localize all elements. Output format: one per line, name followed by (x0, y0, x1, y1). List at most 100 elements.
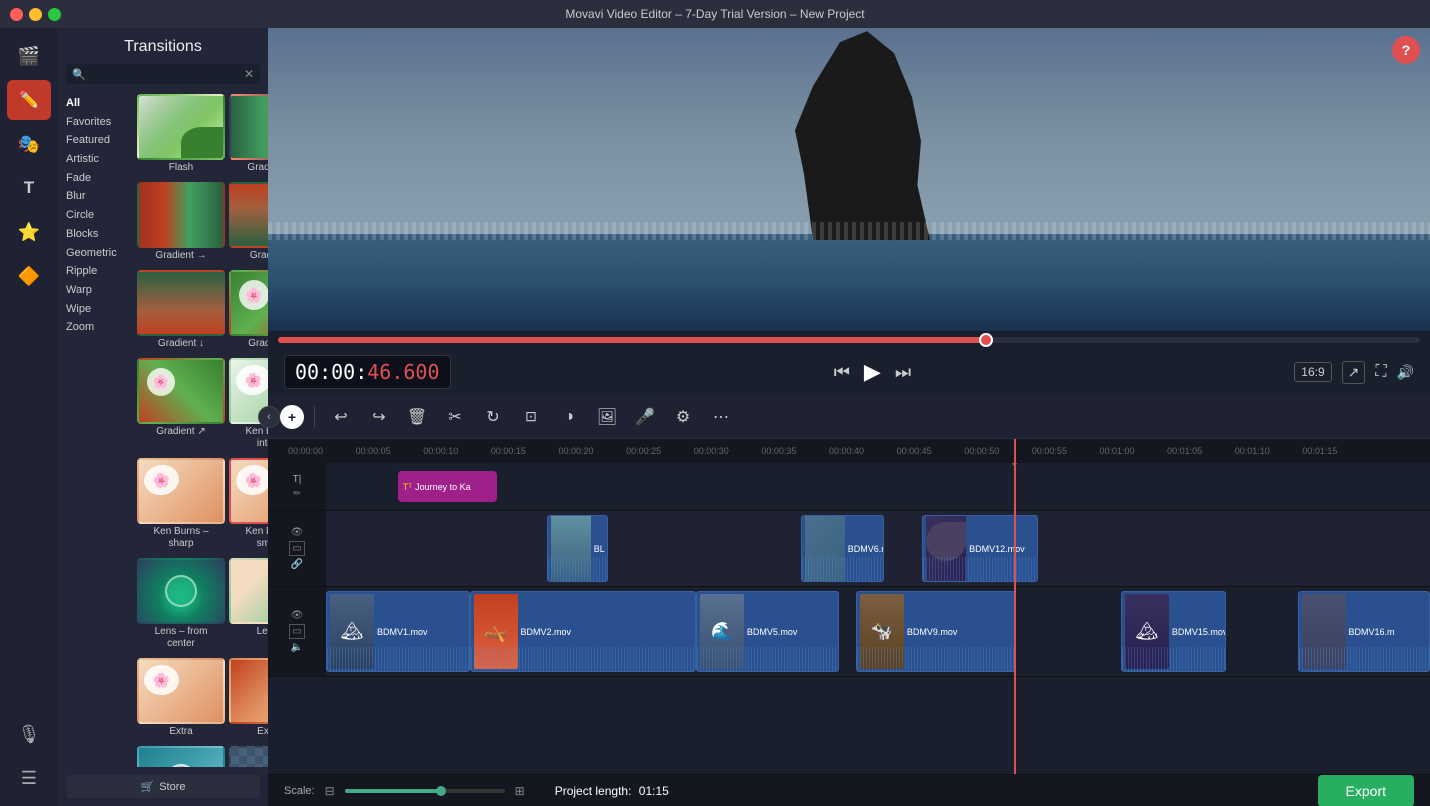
category-all[interactable]: All (66, 94, 125, 113)
ruler-mark: 00:01:10 (1235, 446, 1303, 456)
transitions-grid-inner: Flash Gradient ← Gradient → Gra (137, 94, 264, 767)
sidebar-item-media[interactable]: 🎬 (7, 36, 51, 76)
sidebar-item-stickers[interactable]: ⭐ (7, 212, 51, 252)
sidebar-item-transitions[interactable]: ✏️ (7, 80, 51, 120)
eye-icon[interactable]: 👁 (291, 527, 304, 538)
main-clip-bdmv16[interactable]: BDMV16.m (1298, 591, 1430, 672)
category-favorites[interactable]: Favorites (66, 113, 125, 132)
transition-grad-angle[interactable]: 🌸 Gradient ↗ (137, 358, 225, 454)
sidebar-item-effects[interactable]: 🎭 (7, 124, 51, 164)
image-button[interactable]: 🖼 (591, 401, 623, 433)
cut-icon: ✂ (448, 407, 461, 427)
seek-track[interactable] (278, 337, 1420, 343)
link-icon[interactable]: 🔗 (291, 559, 303, 570)
store-label: Store (159, 781, 185, 793)
sidebar-item-audio[interactable]: 🎙 (7, 714, 51, 754)
play-button[interactable]: ▶ (864, 359, 881, 385)
category-circle[interactable]: Circle (66, 206, 125, 225)
help-button[interactable]: ? (1392, 36, 1420, 64)
fullscreen-button[interactable]: ⛶ (1375, 363, 1386, 381)
transition-extra2[interactable]: Extra 2 (229, 658, 268, 742)
timecode-display: 00:00:46.600 (284, 355, 451, 389)
transition-lens-angle[interactable]: ↗ Lens ↗ (229, 558, 268, 654)
scale-thumb[interactable] (436, 786, 446, 796)
transition-grad-up[interactable]: Gradient ↑ (229, 182, 268, 266)
right-panel: ? 00:00:46.600 ⏮ ▶ ⏭ (268, 28, 1430, 806)
category-featured[interactable]: Featured (66, 131, 125, 150)
cut-button[interactable]: ✂ (439, 401, 471, 433)
category-blocks[interactable]: Blocks (66, 225, 125, 244)
text-clip-journey[interactable]: Tᵀ Journey to Ka (398, 471, 497, 502)
add-media-button[interactable]: + (280, 405, 304, 429)
go-to-start-button[interactable]: ⏮ (834, 362, 850, 383)
transition-extra3[interactable]: Extra 3 (137, 746, 225, 767)
rotate-button[interactable]: ↻ (477, 401, 509, 433)
help-icon: ? (1402, 42, 1411, 58)
seek-thumb[interactable] (979, 333, 993, 347)
minimize-window-button[interactable] (29, 8, 42, 21)
more-button[interactable]: ⋯ (705, 401, 737, 433)
category-geometric[interactable]: Geometric (66, 244, 125, 263)
text-clip-icon: Tᵀ (403, 482, 412, 492)
transition-kb-smooth[interactable]: 🌸 Ken Burns –smooth (229, 458, 268, 554)
search-input[interactable] (90, 68, 244, 80)
export-button[interactable]: Export (1318, 775, 1414, 806)
tracks-container: T| ✏ Tᵀ Journey to Ka 👁 ▭ (268, 463, 1430, 774)
main-clip-bdmv15[interactable]: 🏔 BDMV15.mov (1121, 591, 1226, 672)
eye2-icon[interactable]: 👁 (291, 610, 304, 621)
main-clip-bdmv5[interactable]: 🌊 BDMV5.mov (696, 591, 840, 672)
category-zoom[interactable]: Zoom (66, 318, 125, 337)
playback-controls: 00:00:46.600 ⏮ ▶ ⏭ 16:9 ↗ ⛶ 🔊 (268, 349, 1430, 395)
transition-grad-right[interactable]: Gradient → (137, 182, 225, 266)
transition-grad-tl[interactable]: 🌸 Gradient ↖ (229, 270, 268, 354)
panel-collapse-button[interactable]: ‹ (258, 406, 280, 428)
mic-button[interactable]: 🎤 (629, 401, 661, 433)
scale-slider[interactable] (345, 789, 505, 793)
close-window-button[interactable] (10, 8, 23, 21)
category-blur[interactable]: Blur (66, 187, 125, 206)
category-ripple[interactable]: Ripple (66, 262, 125, 281)
ruler-mark: 00:00:00 (288, 446, 356, 456)
category-artistic[interactable]: Artistic (66, 150, 125, 169)
image-icon: 🖼 (597, 407, 617, 427)
transition-extra1[interactable]: 🌸 Extra (137, 658, 225, 742)
transition-grad-left[interactable]: Gradient ← (229, 94, 268, 178)
sidebar-item-titles[interactable]: T (7, 168, 51, 208)
transition-lens-center[interactable]: Lens – fromcenter (137, 558, 225, 654)
text-track-icon: T| (293, 474, 302, 485)
category-fade[interactable]: Fade (66, 169, 125, 188)
transition-extra4[interactable]: Extra 4 (229, 746, 268, 767)
main-clip-bdmv2[interactable]: 🛶 BDMV2.mov (470, 591, 696, 672)
settings-button[interactable]: ⚙ (667, 401, 699, 433)
maximize-window-button[interactable] (48, 8, 61, 21)
color-button[interactable]: ◑ (553, 401, 585, 433)
crop-button[interactable]: ⊡ (515, 401, 547, 433)
sidebar-item-filters[interactable]: 🔶 (7, 256, 51, 296)
sidebar-item-more[interactable]: ☰ (7, 758, 51, 798)
overlay-clip-bl[interactable]: BL (547, 515, 608, 582)
category-warp[interactable]: Warp (66, 281, 125, 300)
delete-button[interactable]: 🗑 (401, 401, 433, 433)
redo-button[interactable]: ↪ (363, 401, 395, 433)
undo-button[interactable]: ↩ (325, 401, 357, 433)
transition-lens-angle-label: Lens ↗ (257, 626, 268, 642)
transition-kb-intense[interactable]: 🌸 🌸 Ken Burns –intense (229, 358, 268, 454)
export-share-button[interactable]: ↗ (1342, 361, 1366, 384)
zoom-out-icon[interactable]: ⊟ (325, 784, 335, 798)
store-button[interactable]: 🛒 Store (66, 775, 260, 798)
main-clip-bdmv1[interactable]: 🏔 BDMV1.mov (326, 591, 470, 672)
transition-kb-sharp[interactable]: 🌸 Ken Burns –sharp (137, 458, 225, 554)
overlay-clip-bdmv12[interactable]: BDMV12.mov (922, 515, 1038, 582)
transition-grad-down[interactable]: Gradient ↓ (137, 270, 225, 354)
overlay-clip-bdmv6[interactable]: BDMV6.mov (801, 515, 884, 582)
category-wipe[interactable]: Wipe (66, 300, 125, 319)
main-clip-bdmv9[interactable]: 🐄 BDMV9.mov (856, 591, 1016, 672)
transition-flash[interactable]: Flash (137, 94, 225, 178)
search-clear-button[interactable]: ✕ (244, 67, 254, 81)
speaker-icon[interactable]: 🔈 (291, 642, 303, 653)
zoom-in-icon[interactable]: ⊞ (515, 784, 525, 798)
overlay-track-content: BL BDMV6.mov (326, 511, 1430, 586)
aspect-ratio-button[interactable]: 16:9 (1294, 362, 1331, 382)
volume-button[interactable]: 🔊 (1397, 364, 1414, 381)
go-to-end-button[interactable]: ⏭ (895, 362, 911, 383)
